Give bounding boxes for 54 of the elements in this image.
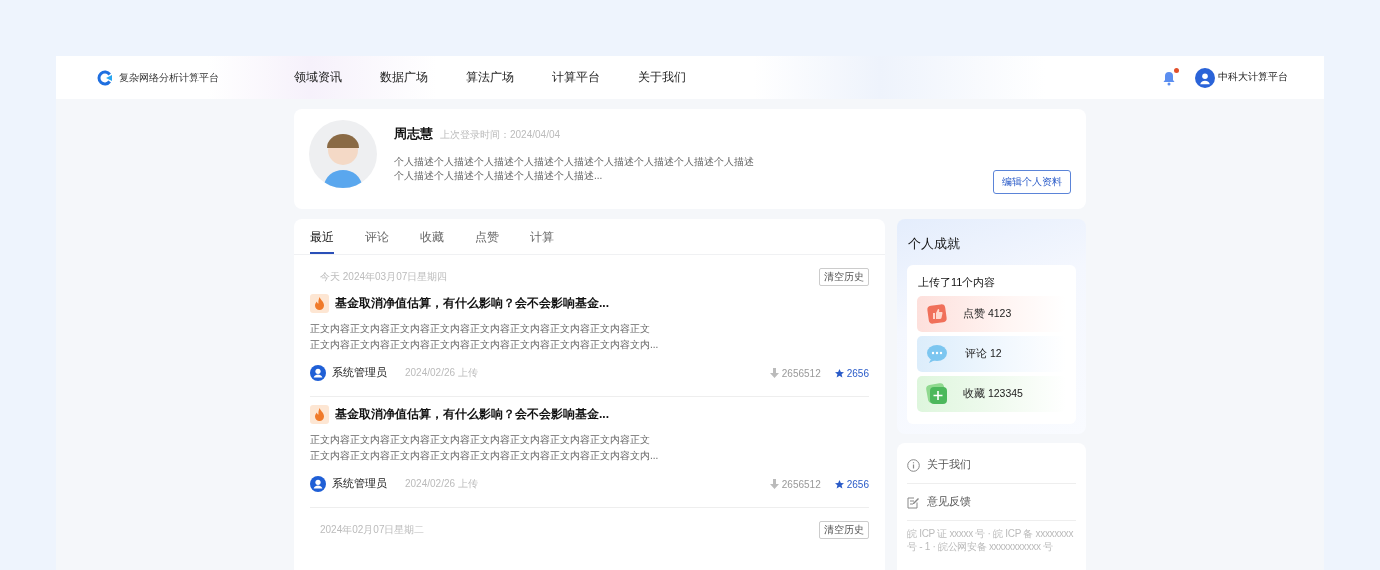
post-excerpt: 正文内容正文内容正文内容正文内容正文内容正文内容正文内容正文内容正文 正文内容正文内容正文内容正文内容正文内容正文内容正文内容正文内容文内... xyxy=(310,322,660,352)
download-icon xyxy=(769,479,779,489)
clear-history-button[interactable]: 清空历史 xyxy=(819,521,869,539)
stat-label: 点赞 4123 xyxy=(963,307,1012,321)
tab[interactable]: 点赞 xyxy=(475,219,499,254)
post-title[interactable]: 基金取消净值估算，有什么影响？会不会影响基金... xyxy=(335,406,609,423)
link-label[interactable]: 意见反馈 xyxy=(927,495,971,509)
download-count: 2656512 xyxy=(781,478,821,490)
edit-profile-button[interactable]: 编辑个人资料 xyxy=(993,170,1071,194)
download-count: 2656512 xyxy=(781,367,821,379)
star-count: 2656 xyxy=(846,478,869,490)
flame-icon xyxy=(310,405,329,424)
author-name: 系统管理员 xyxy=(332,366,387,380)
tab[interactable]: 计算 xyxy=(530,219,554,254)
user-name: 周志慧 xyxy=(394,126,433,143)
star-icon xyxy=(834,479,844,489)
date-heading: 今天 2024年03月07日星期四 xyxy=(320,270,448,284)
clear-history-button[interactable]: 清空历史 xyxy=(819,268,869,286)
nav-link[interactable]: 关于我们 xyxy=(638,70,686,85)
avatar-icon[interactable] xyxy=(1195,67,1215,88)
nav-link[interactable]: 计算平台 xyxy=(552,70,600,85)
nav-link[interactable]: 算法广场 xyxy=(466,70,514,85)
upload-summary: 上传了11个内容 xyxy=(917,275,997,290)
user-icon xyxy=(310,365,326,381)
flame-icon xyxy=(310,294,329,313)
profile-description: 个人描述个人描述个人描述个人描述个人描述个人描述个人描述个人描述个人描述 个人描述个人描述个人描述个人描述个人描述... xyxy=(394,155,754,183)
user-icon xyxy=(310,476,326,492)
edit-note-icon xyxy=(907,495,920,509)
thumbs-up-icon xyxy=(926,303,948,325)
nav-link[interactable]: 数据广场 xyxy=(380,70,428,85)
logo-icon xyxy=(96,68,114,87)
tab[interactable]: 评论 xyxy=(365,219,389,254)
author-name: 系统管理员 xyxy=(332,477,387,491)
nav-link[interactable]: 领域资讯 xyxy=(294,70,342,85)
star-count: 2656 xyxy=(846,367,869,379)
post-excerpt: 正文内容正文内容正文内容正文内容正文内容正文内容正文内容正文内容正文 正文内容正文内容正文内容正文内容正文内容正文内容正文内容正文内容文内... xyxy=(310,433,660,463)
chat-bubble-icon xyxy=(926,343,950,365)
user-name[interactable]: 中科大计算平台 xyxy=(1218,71,1288,84)
bell-icon[interactable] xyxy=(1161,69,1177,86)
tab[interactable]: 最近 xyxy=(310,219,334,254)
star-icon xyxy=(834,368,844,378)
footer-link[interactable]: 意见反馈 xyxy=(907,484,1076,521)
tab[interactable]: 收藏 xyxy=(420,219,444,254)
section-title: 个人成就 xyxy=(907,235,961,253)
icp-notice: 皖 ICP 证 xxxxx 号 · 皖 ICP 备 xxxxxxxx 号 - 1 · 皖公网安备 xxxxxxxxxxx 号 xyxy=(907,527,1075,553)
plus-folder-icon xyxy=(926,383,948,405)
link-label[interactable]: 关于我们 xyxy=(927,458,971,472)
download-icon xyxy=(769,368,779,378)
stat-label: 收藏 123345 xyxy=(963,387,1023,401)
stat-label: 评论 12 xyxy=(965,347,1002,361)
info-icon xyxy=(907,458,920,472)
logo-text: 复杂网络分析计算平台 xyxy=(119,70,219,85)
footer-link[interactable]: 关于我们 xyxy=(907,447,1076,484)
post-title[interactable]: 基金取消净值估算，有什么影响？会不会影响基金... xyxy=(335,295,609,312)
